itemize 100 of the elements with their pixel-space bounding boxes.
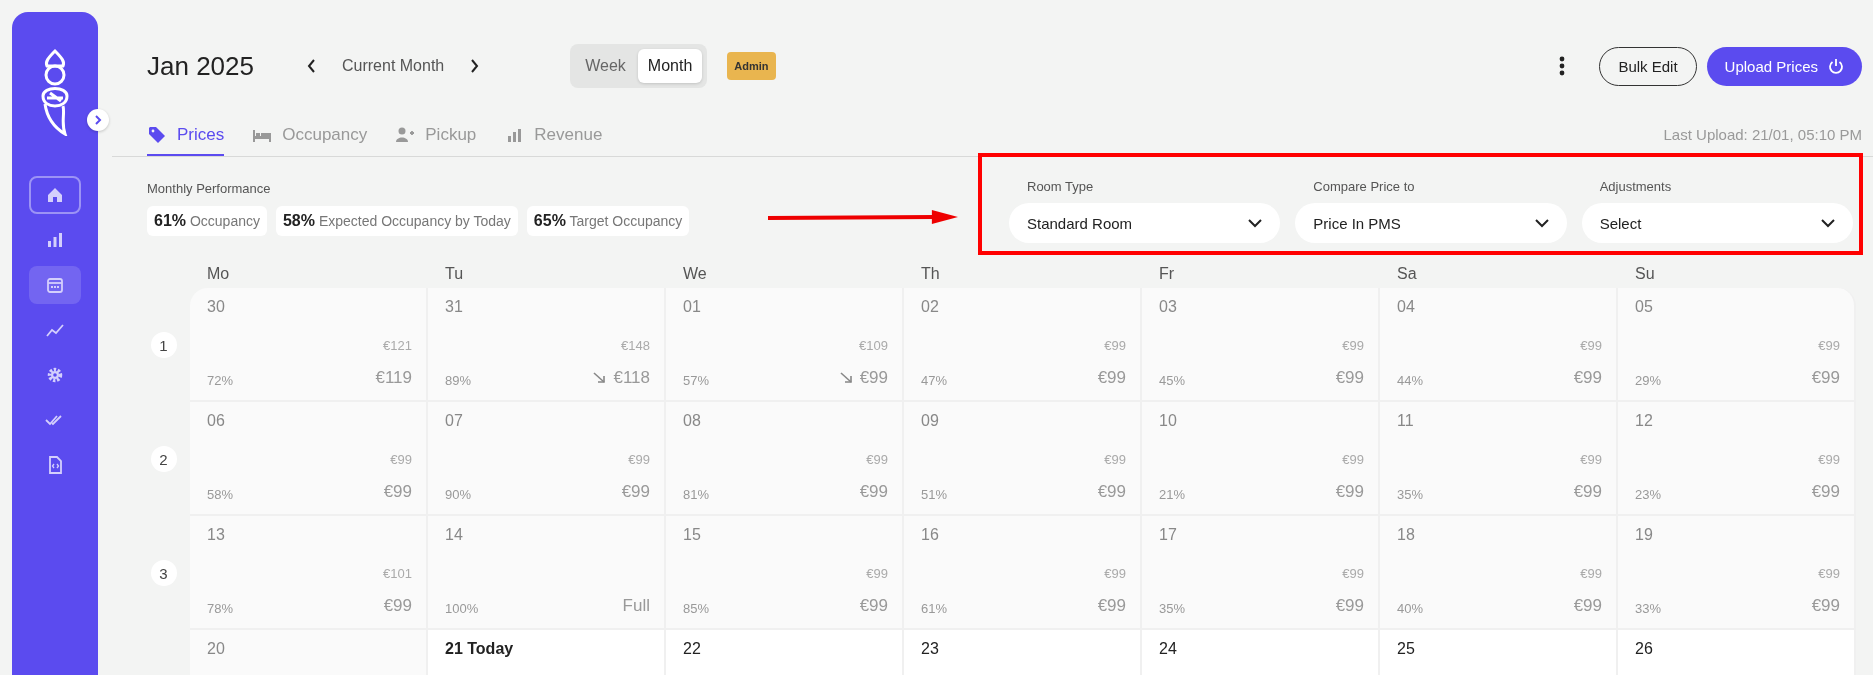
- occupancy-percent: 33%: [1635, 601, 1662, 616]
- list-price: €99: [1342, 452, 1364, 467]
- occupancy-percent: 21%: [1159, 487, 1186, 502]
- room-price: €99: [1811, 368, 1840, 388]
- filter-dropdown[interactable]: Price In PMS: [1295, 203, 1567, 243]
- day-cell[interactable]: 06 €99 58% €99: [190, 402, 428, 516]
- day-cell[interactable]: 26: [1618, 630, 1856, 675]
- day-cell[interactable]: 02 €99 47% €99: [904, 288, 1142, 402]
- list-price: €99: [1580, 338, 1602, 353]
- day-number: 12: [1635, 412, 1654, 430]
- day-number: 02: [921, 298, 940, 316]
- current-month-link[interactable]: Current Month: [342, 57, 445, 75]
- view-tab[interactable]: Prices: [147, 112, 225, 156]
- day-number: 30: [207, 298, 226, 316]
- performance-chip: 65% Target Occupancy: [526, 206, 690, 236]
- weekday-header: Tu: [444, 265, 465, 284]
- room-price: €99: [1811, 596, 1840, 616]
- occupancy-percent: 47%: [921, 373, 948, 388]
- day-cell[interactable]: 11 €99 35% €99: [1380, 402, 1618, 516]
- list-price: €99: [1342, 338, 1364, 353]
- filter-dropdown[interactable]: Select: [1581, 203, 1853, 243]
- room-price: €99: [383, 596, 412, 616]
- room-price: €99: [1097, 596, 1126, 616]
- day-cell[interactable]: 04 €99 44% €99: [1380, 288, 1618, 402]
- day-cell[interactable]: 31 €148 89% €118: [428, 288, 666, 402]
- day-cell[interactable]: 03 €99 45% €99: [1142, 288, 1380, 402]
- day-cell[interactable]: 10 €99 21% €99: [1142, 402, 1380, 516]
- filter-dropdown[interactable]: Standard Room: [1009, 203, 1281, 243]
- day-cell[interactable]: 20: [190, 630, 428, 675]
- day-cell[interactable]: 30 €121 72% €119: [190, 288, 428, 402]
- performance-chip: 61% Occupancy: [147, 206, 267, 236]
- upload-prices-button[interactable]: Upload Prices: [1706, 46, 1862, 86]
- room-price: €99: [1573, 368, 1602, 388]
- occupancy-percent: 78%: [207, 601, 234, 616]
- performance-chip: 58% Expected Occupancy by Today: [275, 206, 518, 236]
- week-number: 2: [150, 446, 177, 472]
- occupancy-percent: 23%: [1635, 487, 1662, 502]
- day-cell[interactable]: 14 100% Full: [428, 516, 666, 630]
- day-number: 13: [207, 526, 226, 544]
- occupancy-percent: 35%: [1397, 487, 1424, 502]
- day-number: 18: [1397, 526, 1416, 544]
- room-price: €99: [859, 368, 888, 388]
- room-price: €99: [621, 482, 650, 502]
- day-cell[interactable]: 08 €99 81% €99: [666, 402, 904, 516]
- day-cell[interactable]: 09 €99 51% €99: [904, 402, 1142, 516]
- day-number: 24: [1159, 640, 1178, 658]
- view-tab[interactable]: Pickup: [395, 112, 477, 156]
- list-price: €99: [1818, 452, 1840, 467]
- room-price: €118: [613, 368, 650, 388]
- day-cell[interactable]: 05 €99 29% €99: [1618, 288, 1856, 402]
- day-number: 04: [1397, 298, 1416, 316]
- day-cell[interactable]: 22: [666, 630, 904, 675]
- view-option[interactable]: Month: [637, 49, 703, 83]
- day-cell[interactable]: 16 €99 61% €99: [904, 516, 1142, 630]
- day-cell[interactable]: 01 €109 57% €99: [666, 288, 904, 402]
- occupancy-percent: 61%: [921, 601, 948, 616]
- day-cell[interactable]: 25: [1380, 630, 1618, 675]
- day-number: 25: [1397, 640, 1416, 658]
- day-cell[interactable]: 15 €99 85% €99: [666, 516, 904, 630]
- day-cell[interactable]: 24: [1142, 630, 1380, 675]
- day-cell[interactable]: 12 €99 23% €99: [1618, 402, 1856, 516]
- room-price: €99: [1335, 482, 1364, 502]
- list-price: €121: [383, 338, 412, 353]
- list-price: €99: [1104, 566, 1126, 581]
- day-cell[interactable]: 07 €99 90% €99: [428, 402, 666, 516]
- view-tab[interactable]: Occupancy: [252, 112, 368, 156]
- occupancy-percent: 40%: [1397, 601, 1424, 616]
- day-cell[interactable]: 21 Today: [428, 630, 666, 675]
- day-cell[interactable]: 23: [904, 630, 1142, 675]
- room-price: Full: [622, 596, 650, 616]
- occupancy-percent: 35%: [1159, 601, 1186, 616]
- day-number: 16: [921, 526, 940, 544]
- day-cell[interactable]: 13 €101 78% €99: [190, 516, 428, 630]
- day-number: 17: [1159, 526, 1178, 544]
- room-price: €99: [1811, 482, 1840, 502]
- day-cell[interactable]: 18 €99 40% €99: [1380, 516, 1618, 630]
- room-price: €99: [1573, 596, 1602, 616]
- day-number: 10: [1159, 412, 1178, 430]
- month-title: Jan 2025: [147, 50, 254, 82]
- day-number: 11: [1397, 412, 1415, 430]
- day-number: 08: [683, 412, 702, 430]
- day-number: 19: [1635, 526, 1654, 544]
- filter-label: Compare Price to: [1312, 179, 1416, 194]
- list-price: €99: [628, 452, 650, 467]
- room-price: €119: [375, 368, 412, 388]
- view-tab[interactable]: Revenue: [504, 112, 603, 156]
- weekday-header: Su: [1634, 265, 1656, 284]
- list-price: €109: [859, 338, 888, 353]
- view-option[interactable]: Week: [575, 49, 636, 83]
- day-number: 09: [921, 412, 940, 430]
- day-cell[interactable]: 17 €99 35% €99: [1142, 516, 1380, 630]
- occupancy-percent: 44%: [1397, 373, 1424, 388]
- day-cell[interactable]: 19 €99 33% €99: [1618, 516, 1856, 630]
- weekday-header: Th: [920, 265, 941, 284]
- weekday-header: Fr: [1158, 265, 1176, 284]
- room-price: €99: [1097, 482, 1126, 502]
- list-price: €99: [1580, 566, 1602, 581]
- occupancy-percent: 51%: [921, 487, 948, 502]
- role-badge: Admin: [727, 52, 776, 80]
- day-number: 06: [207, 412, 226, 430]
